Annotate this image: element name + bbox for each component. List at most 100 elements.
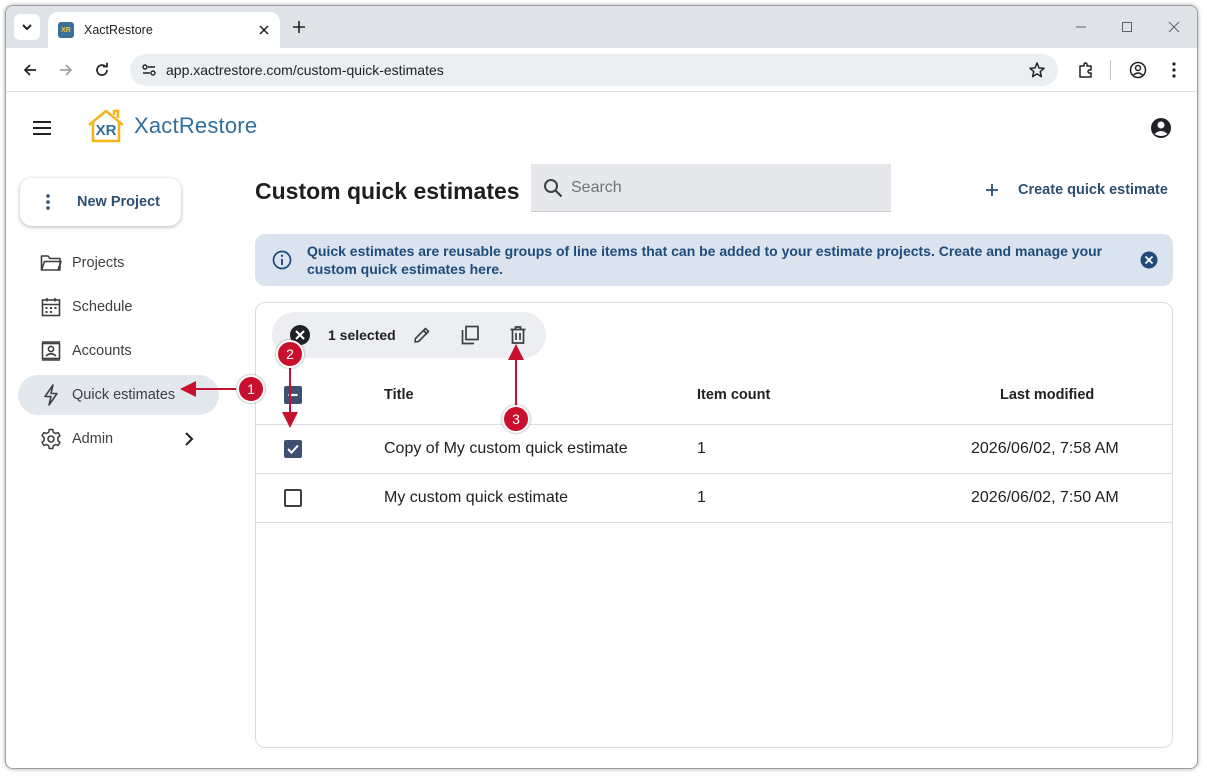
browser-toolbar: app.xactrestore.com/custom-quick-estimat… xyxy=(6,48,1197,92)
close-icon xyxy=(1168,21,1180,33)
sidebar-item-label: Projects xyxy=(72,255,125,271)
folder-icon xyxy=(40,252,62,274)
new-tab-button[interactable] xyxy=(288,16,310,38)
row-title[interactable]: My custom quick estimate xyxy=(384,489,568,507)
vertical-dots-icon xyxy=(38,194,58,210)
row-item-count: 1 xyxy=(697,489,706,506)
search-box[interactable] xyxy=(531,164,891,212)
sidebar-item-admin[interactable]: Admin xyxy=(18,419,219,459)
tab-strip: XR XactRestore xyxy=(6,6,1197,48)
delete-button[interactable] xyxy=(506,323,530,347)
info-banner-text: Quick estimates are reusable groups of l… xyxy=(307,243,1103,277)
minimize-icon xyxy=(1076,26,1086,28)
close-circle-icon xyxy=(1140,251,1158,269)
selection-toolbar: 1 selected xyxy=(272,312,546,358)
search-icon xyxy=(541,176,565,200)
contact-card-icon xyxy=(40,340,62,362)
callout-badge-1: 1 xyxy=(237,375,265,403)
calendar-icon xyxy=(40,296,62,318)
close-window-button[interactable] xyxy=(1163,16,1185,38)
arrow-right-icon xyxy=(60,64,73,76)
quick-estimates-table: 1 selected Title Item count Last modifie… xyxy=(255,302,1173,748)
column-header-last-modified[interactable]: Last modified xyxy=(1000,387,1094,403)
column-header-title[interactable]: Title xyxy=(384,387,414,403)
create-quick-estimate-label: Create quick estimate xyxy=(1018,182,1168,198)
search-input[interactable] xyxy=(571,178,871,197)
new-project-label: New Project xyxy=(77,194,160,210)
copy-icon xyxy=(461,325,479,345)
logo-mark-text: XR xyxy=(95,122,117,139)
row-item-count: 1 xyxy=(697,440,706,457)
browser-menu-button[interactable] xyxy=(1162,58,1186,82)
table-row[interactable]: My custom quick estimate 1 2026/06/02, 7… xyxy=(256,474,1172,523)
tab-search-button[interactable] xyxy=(14,14,40,40)
new-project-button[interactable]: New Project xyxy=(20,178,181,226)
sidebar-item-label: Admin xyxy=(72,431,114,447)
account-button[interactable] xyxy=(1149,116,1173,140)
sidebar-item-label: Quick estimates xyxy=(72,387,176,403)
reload-button[interactable] xyxy=(90,58,114,82)
sidebar-item-schedule[interactable]: Schedule xyxy=(18,287,219,327)
chevron-right-icon xyxy=(179,429,199,449)
maximize-button[interactable] xyxy=(1116,16,1138,38)
indeterminate-icon xyxy=(288,393,298,397)
profile-button[interactable] xyxy=(1126,58,1150,82)
table-row[interactable]: Copy of My custom quick estimate 1 2026/… xyxy=(256,425,1172,474)
app-root: XR XactRestore New Project Projects Sche… xyxy=(6,92,1197,768)
tab-title: XactRestore xyxy=(84,23,153,37)
sidebar-item-label: Schedule xyxy=(72,299,133,315)
page-title: Custom quick estimates xyxy=(255,178,520,204)
info-icon xyxy=(271,249,293,271)
sidebar-item-label: Accounts xyxy=(72,343,132,359)
browser-window: XR XactRestore app.xactrestore.com/custo… xyxy=(5,5,1198,769)
brand-name: XactRestore xyxy=(134,113,258,138)
row-title[interactable]: Copy of My custom quick estimate xyxy=(384,440,628,458)
extensions-button[interactable] xyxy=(1074,58,1098,82)
sidebar-item-projects[interactable]: Projects xyxy=(18,243,219,283)
info-banner: Quick estimates are reusable groups of l… xyxy=(255,234,1173,286)
checkmark-icon xyxy=(287,444,299,454)
maximize-icon xyxy=(1122,22,1132,32)
puzzle-icon xyxy=(1079,62,1092,78)
arrow-left-icon xyxy=(23,64,36,76)
reload-icon xyxy=(96,62,108,76)
account-circle-icon xyxy=(1151,118,1171,138)
column-header-item-count[interactable]: Item count xyxy=(697,387,770,403)
dismiss-banner-button[interactable] xyxy=(1139,250,1159,270)
browser-tab[interactable]: XR XactRestore xyxy=(48,12,280,48)
chevron-down-icon xyxy=(22,24,32,31)
url-text: app.xactrestore.com/custom-quick-estimat… xyxy=(166,62,444,78)
pencil-icon xyxy=(414,327,430,343)
edit-button[interactable] xyxy=(410,323,434,347)
tab-close-button[interactable] xyxy=(256,22,272,38)
bookmark-star-icon[interactable] xyxy=(1028,61,1046,79)
minimize-button[interactable] xyxy=(1070,16,1092,38)
duplicate-button[interactable] xyxy=(458,323,482,347)
vertical-dots-icon xyxy=(1172,62,1176,78)
create-quick-estimate-button[interactable]: Create quick estimate xyxy=(982,180,1168,200)
selection-count: 1 selected xyxy=(328,327,396,343)
plus-icon xyxy=(982,180,1002,200)
profile-icon xyxy=(1129,61,1147,79)
sidebar-item-quick-estimates[interactable]: Quick estimates xyxy=(18,375,219,415)
close-icon xyxy=(259,25,269,35)
row-checkbox[interactable] xyxy=(284,440,302,458)
select-all-checkbox[interactable] xyxy=(284,386,302,404)
lightning-icon xyxy=(40,384,62,406)
row-last-modified: 2026/06/02, 7:58 AM xyxy=(971,440,1119,457)
favicon-icon: XR xyxy=(58,22,74,38)
trash-icon xyxy=(510,326,526,344)
house-logo-icon: XR xyxy=(86,108,126,144)
address-bar[interactable]: app.xactrestore.com/custom-quick-estimat… xyxy=(130,54,1058,86)
site-settings-icon[interactable] xyxy=(140,61,158,79)
callout-badge-3: 3 xyxy=(502,405,530,433)
row-checkbox[interactable] xyxy=(284,489,302,507)
plus-icon xyxy=(293,21,305,33)
app-logo[interactable]: XR XactRestore xyxy=(86,108,257,144)
hamburger-menu-button[interactable] xyxy=(30,116,54,140)
gear-icon xyxy=(40,428,62,450)
sidebar-item-accounts[interactable]: Accounts xyxy=(18,331,219,371)
forward-button[interactable] xyxy=(54,58,78,82)
hamburger-icon xyxy=(33,121,51,135)
back-button[interactable] xyxy=(18,58,42,82)
